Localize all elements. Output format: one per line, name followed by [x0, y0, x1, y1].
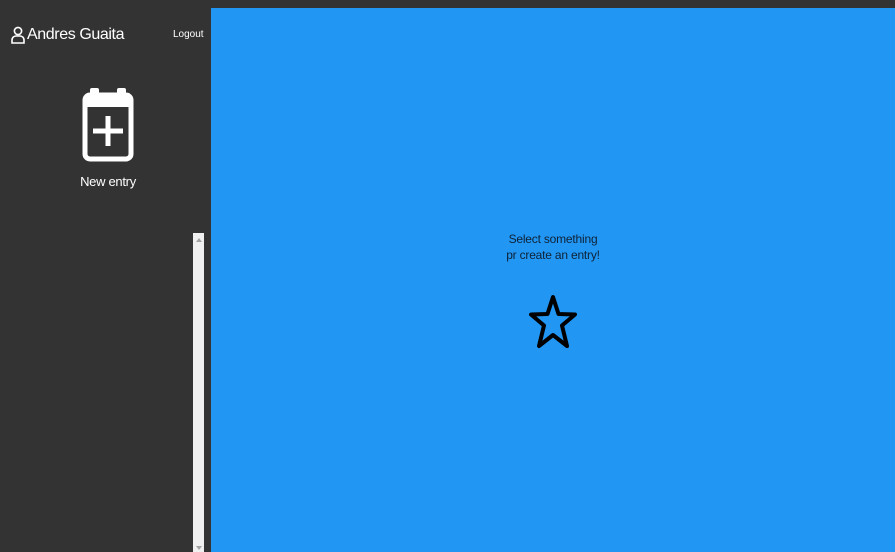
user-name: Andres Guaita	[27, 26, 125, 43]
scroll-up-arrow-icon[interactable]	[196, 238, 202, 242]
empty-state-line-1: Select something	[508, 232, 598, 246]
sidebar: Andres Guaita Logout New entry	[0, 0, 211, 552]
logout-link[interactable]: Logout	[173, 29, 204, 41]
empty-state-message: Select something pr create an entry!	[211, 231, 895, 263]
calendar-plus-icon	[82, 88, 134, 162]
sidebar-scrollbar[interactable]	[193, 233, 204, 552]
new-entry-button[interactable]: New entry	[60, 86, 156, 196]
new-entry-label: New entry	[80, 174, 136, 189]
star-icon	[529, 295, 577, 348]
user-icon	[11, 26, 25, 44]
user-info: Andres Guaita	[11, 26, 124, 44]
empty-state-line-2: pr create an entry!	[506, 248, 600, 262]
scroll-down-arrow-icon[interactable]	[196, 546, 202, 550]
main-panel: Select something pr create an entry!	[211, 8, 895, 552]
app-window: Andres Guaita Logout New entry Select so…	[0, 0, 895, 552]
